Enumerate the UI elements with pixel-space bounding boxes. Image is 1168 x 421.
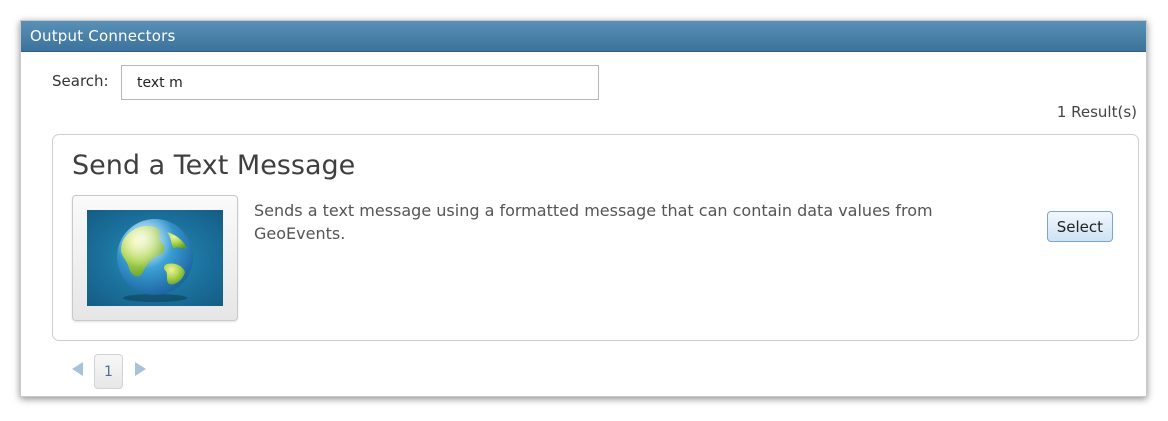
select-button[interactable]: Select <box>1046 211 1113 242</box>
next-page-icon[interactable] <box>135 362 146 376</box>
output-connectors-panel: Output Connectors Search: 1 Result(s) Se… <box>20 20 1147 397</box>
previous-page-icon[interactable] <box>72 362 83 376</box>
globe-icon <box>87 210 223 306</box>
panel-title: Output Connectors <box>30 27 176 45</box>
result-count: 1 Result(s) <box>1056 103 1137 121</box>
connector-description: Sends a text message using a formatted m… <box>254 201 933 243</box>
page-button[interactable]: 1 <box>94 354 123 389</box>
connector-card: Send a Text Message Sends a text message… <box>52 134 1139 341</box>
connector-title: Send a Text Message <box>72 150 356 181</box>
search-label: Search: <box>52 72 109 90</box>
search-input[interactable] <box>121 65 599 100</box>
panel-titlebar: Output Connectors <box>21 21 1146 52</box>
connector-thumbnail <box>72 195 238 321</box>
